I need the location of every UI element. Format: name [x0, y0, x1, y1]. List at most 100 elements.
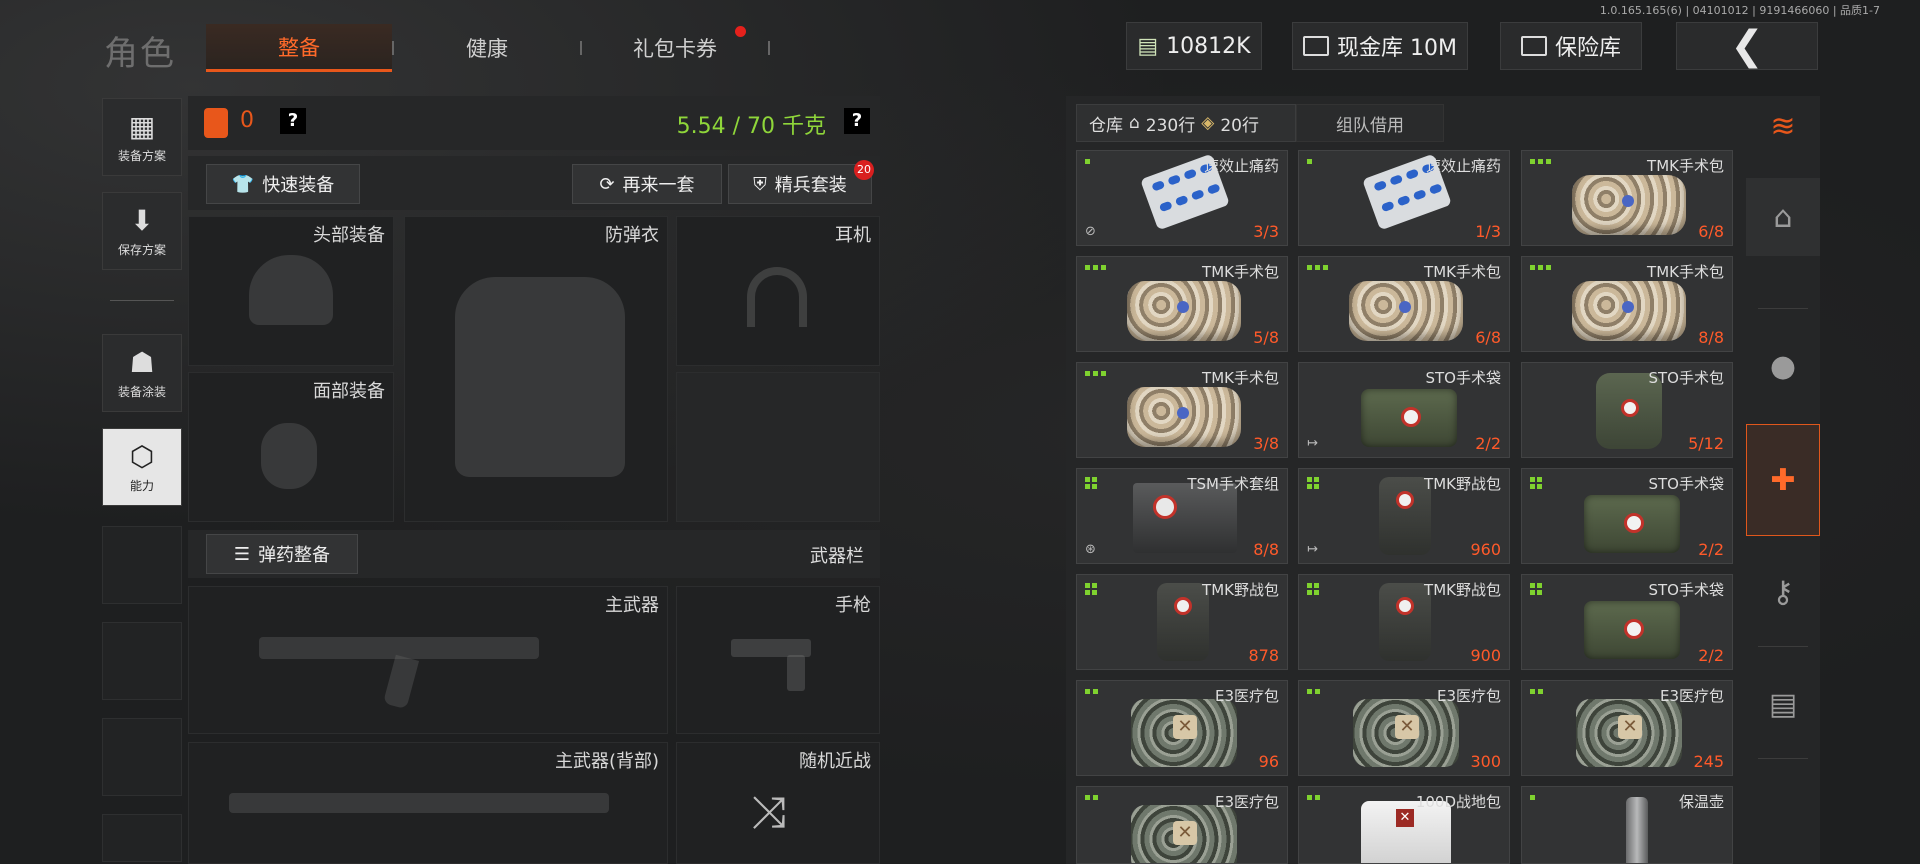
item-name: STO手术包: [1648, 369, 1725, 387]
key-icon[interactable]: ⚷: [1746, 556, 1820, 628]
inventory-item[interactable]: TMK野战包 878: [1076, 574, 1288, 670]
item-name: 速效止痛药: [1425, 157, 1501, 175]
head-slot[interactable]: 头部装备: [188, 216, 394, 366]
item-count: 6/8: [1475, 328, 1501, 347]
item-name: E3医疗包: [1436, 687, 1501, 705]
back-button[interactable]: ❮: [1676, 22, 1818, 70]
ammo-prep-button[interactable]: ☰ 弹药整备: [206, 534, 358, 574]
item-status-icon: ↦: [1307, 542, 1318, 557]
headset-icon: [747, 267, 807, 327]
tab-equip[interactable]: 整备: [206, 24, 392, 72]
insurance-vault-button[interactable]: 保险库: [1500, 22, 1642, 70]
item-image: [1127, 281, 1241, 341]
item-name: E3医疗包: [1214, 687, 1279, 705]
medical-kit-icon[interactable]: ✚: [1746, 424, 1820, 536]
loadout-plan-button[interactable]: ▦ 装备方案: [102, 98, 182, 176]
shuffle-icon: ⤨: [751, 787, 787, 838]
primary-weapon-slot[interactable]: 主武器: [188, 586, 668, 734]
inventory-item[interactable]: STO手术包 5/12: [1521, 362, 1733, 458]
warehouse-tab[interactable]: 仓库 ⌂ 230行 ◈ 20行: [1076, 104, 1296, 142]
melee-slot[interactable]: 随机近战 ⤨: [676, 742, 880, 864]
back-weapon-label: 主武器(背部): [554, 751, 659, 772]
quick-equip-label: 快速装备: [262, 175, 335, 196]
inventory-item[interactable]: TMK野战包 960 ↦: [1298, 468, 1510, 564]
headset-slot[interactable]: 耳机: [676, 216, 880, 366]
inventory-item[interactable]: 100D战地包: [1298, 786, 1510, 864]
random-set-button[interactable]: ⟳ 再来一套: [572, 164, 722, 204]
save-plan-label: 保存方案: [117, 243, 166, 257]
inventory-item[interactable]: E3医疗包: [1076, 786, 1288, 864]
inventory-item[interactable]: TMK手术包 6/8: [1298, 256, 1510, 352]
inventory-item[interactable]: TSM手术套组 8/8 ⊛: [1076, 468, 1288, 564]
inventory-item[interactable]: STO手术袋 2/2: [1521, 468, 1733, 564]
equip-skin-button[interactable]: ☗ 装备涂装: [102, 334, 182, 412]
item-count: 5/8: [1253, 328, 1279, 347]
rarity-indicator: [1530, 265, 1551, 270]
rarity-indicator: [1530, 159, 1551, 164]
pistol-slot[interactable]: 手枪: [676, 586, 880, 734]
inventory-item[interactable]: E3医疗包 245: [1521, 680, 1733, 776]
back-arrow-icon: ❮: [1730, 23, 1764, 69]
quick-equip-button[interactable]: 👕 快速装备: [206, 164, 360, 204]
item-count: 8/8: [1698, 328, 1724, 347]
elite-set-button[interactable]: ⛨ 精兵套装: [728, 164, 872, 204]
weight-help-button[interactable]: ?: [844, 108, 870, 134]
inventory-item[interactable]: TMK野战包 900: [1298, 574, 1510, 670]
face-slot[interactable]: 面部装备: [188, 372, 394, 522]
shield-icon: ⛨: [753, 173, 767, 195]
inventory-item[interactable]: E3医疗包 300: [1298, 680, 1510, 776]
item-status-icon: ⊛: [1085, 542, 1096, 557]
elite-badge: 20: [854, 160, 874, 180]
home-icon[interactable]: ⌂: [1746, 178, 1820, 256]
grenade-icon[interactable]: ●: [1746, 330, 1820, 402]
vault-icon: [1303, 36, 1329, 56]
inventory-item[interactable]: 保温壶: [1521, 786, 1733, 864]
ability-button[interactable]: ⬡ 能力: [102, 428, 182, 506]
ticket-icon: ◈: [1201, 113, 1215, 133]
item-name: TMK手术包: [1202, 369, 1279, 387]
vest-slot[interactable]: 防弹衣: [404, 216, 668, 522]
item-image: [1626, 797, 1648, 863]
inventory-item[interactable]: TMK手术包 6/8: [1521, 150, 1733, 246]
extra-rows: 20行: [1220, 115, 1259, 136]
team-borrow-tab[interactable]: 组队借用: [1296, 104, 1444, 142]
rarity-indicator: [1085, 689, 1098, 694]
vest-icon: [455, 277, 625, 477]
page-title: 角色: [104, 34, 176, 74]
item-image: [1576, 699, 1682, 767]
inventory-item[interactable]: 速效止痛药 1/3: [1298, 150, 1510, 246]
inventory-item[interactable]: E3医疗包 96: [1076, 680, 1288, 776]
item-image: [1353, 699, 1459, 767]
item-count: 2/2: [1698, 540, 1724, 559]
inventory-item[interactable]: 速效止痛药 3/3 ⊘: [1076, 150, 1288, 246]
rarity-indicator: [1307, 795, 1320, 800]
inventory-item[interactable]: STO手术袋 2/2: [1521, 574, 1733, 670]
warehouse-tab-label: 仓库: [1089, 115, 1123, 136]
cash-display[interactable]: ▤ 10812K: [1126, 22, 1262, 70]
tab-health[interactable]: 健康: [394, 24, 580, 72]
item-name: TMK野战包: [1424, 581, 1501, 599]
rarity-indicator: [1085, 477, 1097, 489]
help-button[interactable]: ?: [280, 108, 306, 134]
inventory-item[interactable]: TMK手术包 3/8: [1076, 362, 1288, 458]
inventory-item[interactable]: STO手术袋 2/2 ↦: [1298, 362, 1510, 458]
inventory-item[interactable]: TMK手术包 8/8: [1521, 256, 1733, 352]
notification-dot: [735, 26, 746, 37]
gas-mask-icon: [261, 423, 317, 489]
item-count: 2/2: [1475, 434, 1501, 453]
vest-slot-label: 防弹衣: [605, 225, 659, 246]
tab-gift-coupons[interactable]: 礼包卡券: [582, 24, 768, 72]
ammo-prep-label: 弹药整备: [258, 545, 331, 566]
inventory-item[interactable]: TMK手术包 5/8: [1076, 256, 1288, 352]
item-name: STO手术袋: [1425, 369, 1502, 387]
melee-label: 随机近战: [799, 751, 871, 772]
cash-stack-icon[interactable]: ▤: [1746, 668, 1820, 740]
item-name: E3医疗包: [1214, 793, 1279, 811]
stack-sort-icon[interactable]: ≋: [1746, 98, 1820, 154]
back-weapon-slot[interactable]: 主武器(背部): [188, 742, 668, 864]
item-image: [1584, 495, 1680, 553]
cash-vault-button[interactable]: 现金库 10M: [1292, 22, 1468, 70]
save-plan-button[interactable]: ⬇ 保存方案: [102, 192, 182, 270]
item-status-icon: ⊘: [1085, 224, 1096, 239]
helmet-icon: [249, 255, 333, 325]
